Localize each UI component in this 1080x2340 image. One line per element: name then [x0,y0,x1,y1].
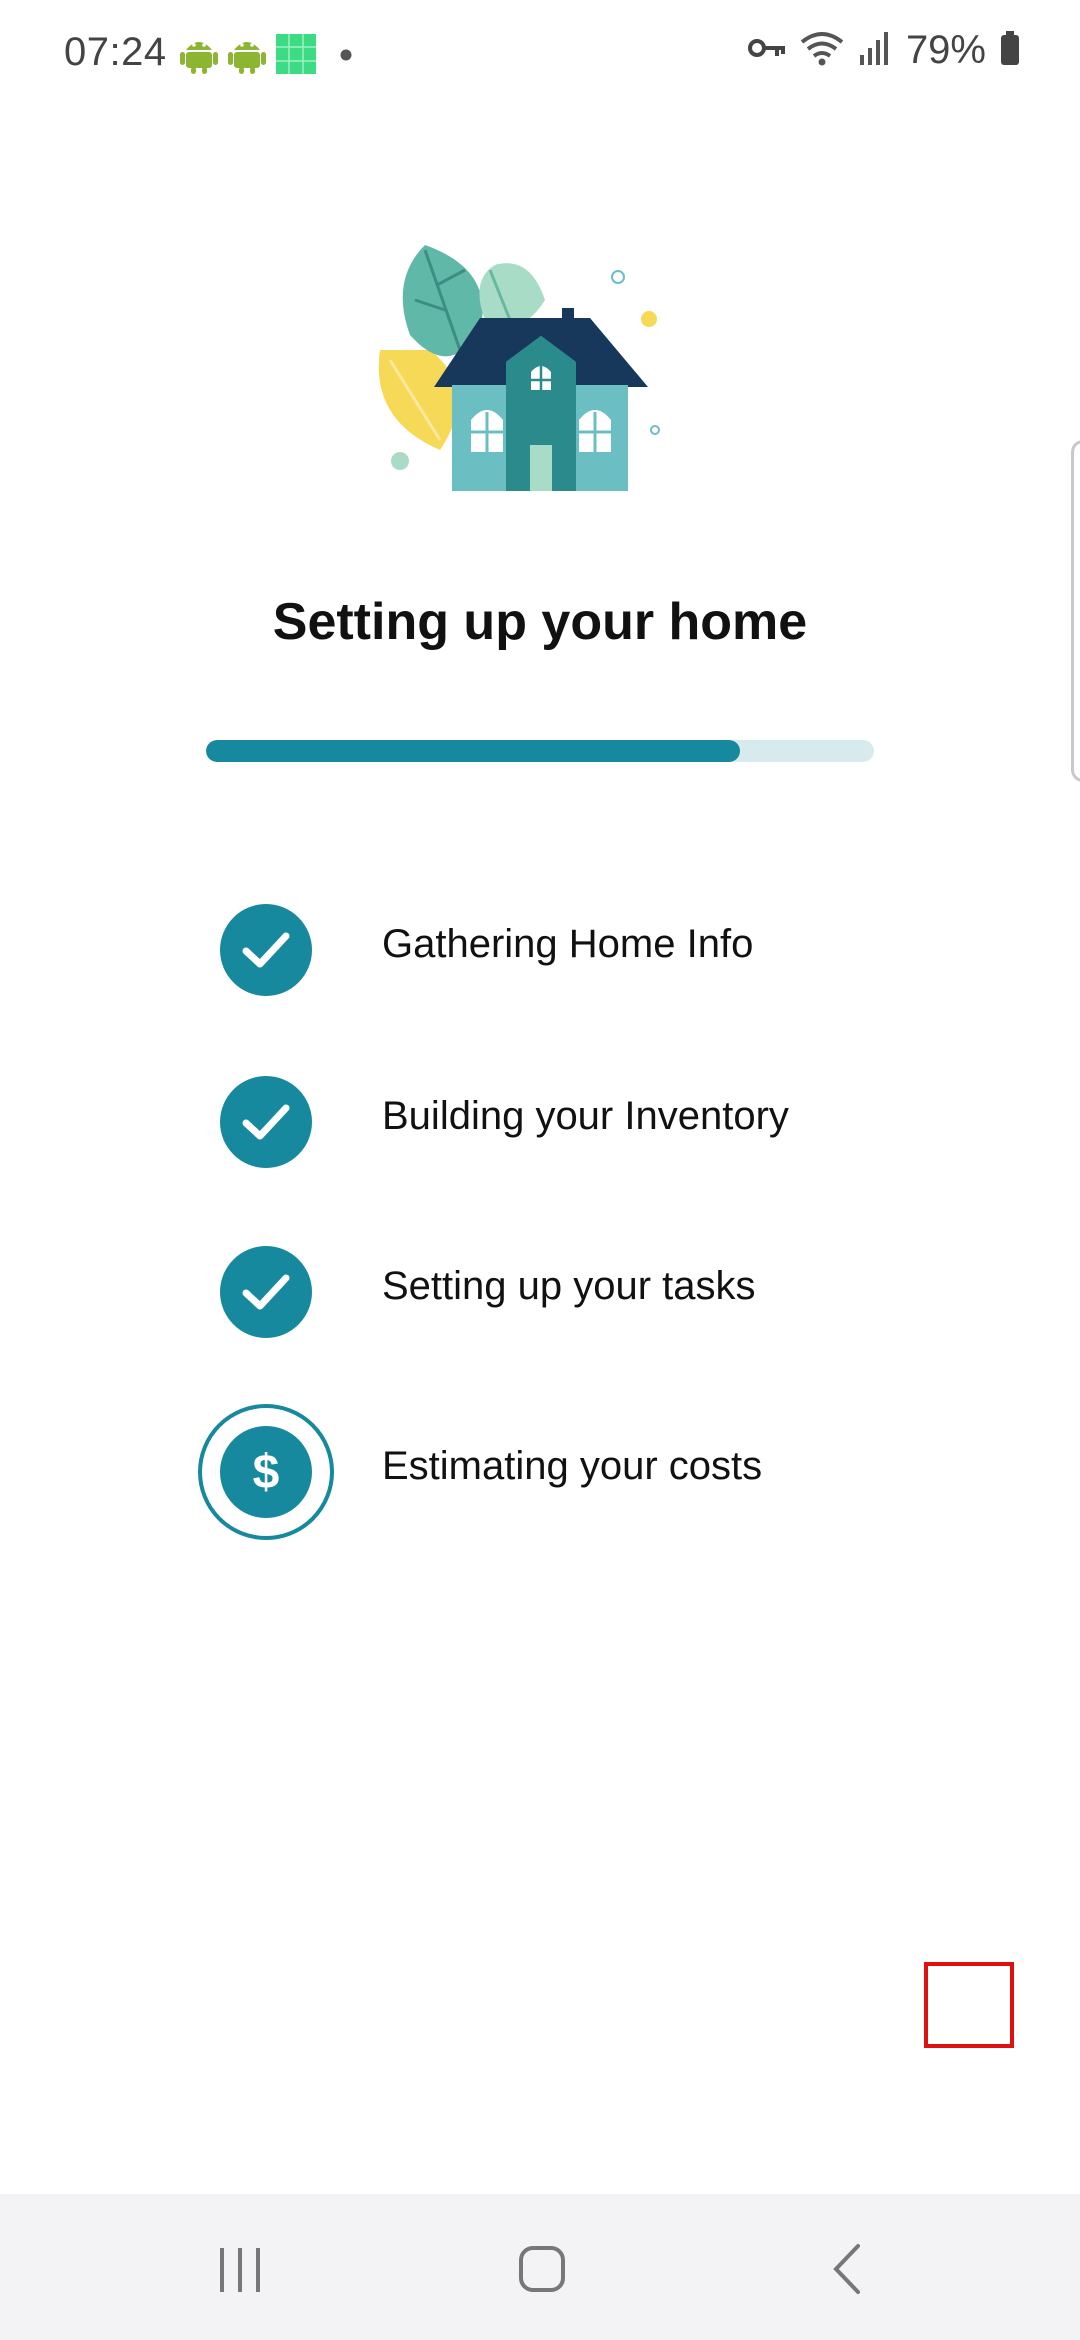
battery-icon [1000,31,1020,70]
check-icon [220,904,312,996]
battery-percent: 79% [905,28,986,72]
progress-fill [206,740,741,762]
check-icon [220,1246,312,1338]
status-time: 07:24 [64,30,167,74]
system-icons: 79% [747,28,1020,73]
home-icon [519,2246,565,2292]
android-icon [228,34,266,79]
dollar-icon: $ [220,1426,312,1518]
dot-icon [340,48,352,66]
home-button[interactable] [502,2234,582,2304]
navigation-bar [0,2194,1080,2340]
recent-apps-icon [220,2248,260,2292]
in-progress-ring: $ [198,1404,334,1540]
step-label: Estimating your costs [382,1444,763,1488]
recent-apps-button[interactable] [200,2234,280,2304]
back-icon [833,2244,860,2294]
step-label: Gathering Home Info [382,922,754,966]
house-illustration [370,240,670,500]
android-icon [180,34,218,79]
notification-icons [180,34,352,79]
setup-screen: 07:24 79% Setting up your home Gathering… [0,0,1080,2340]
status-bar: 07:24 79% [0,0,1080,112]
list-item-building-inventory: Building your Inventory [196,1052,916,1192]
back-button[interactable] [808,2234,888,2304]
app-grid-icon [276,34,316,79]
step-label: Building your Inventory [382,1094,789,1138]
page-title: Setting up your home [272,593,808,651]
list-item-gathering-home-info: Gathering Home Info [196,880,916,1020]
highlight-box [924,1962,1014,2048]
edge-panel-handle[interactable] [1071,440,1080,782]
list-item-estimating-costs: $ Estimating your costs [196,1402,916,1542]
signal-icon [858,31,892,70]
check-icon [220,1076,312,1168]
list-item-setting-up-tasks: Setting up your tasks [196,1222,916,1362]
wifi-icon [800,30,844,71]
progress-bar [206,740,874,762]
vpn-key-icon [747,36,786,65]
step-label: Setting up your tasks [382,1264,756,1308]
